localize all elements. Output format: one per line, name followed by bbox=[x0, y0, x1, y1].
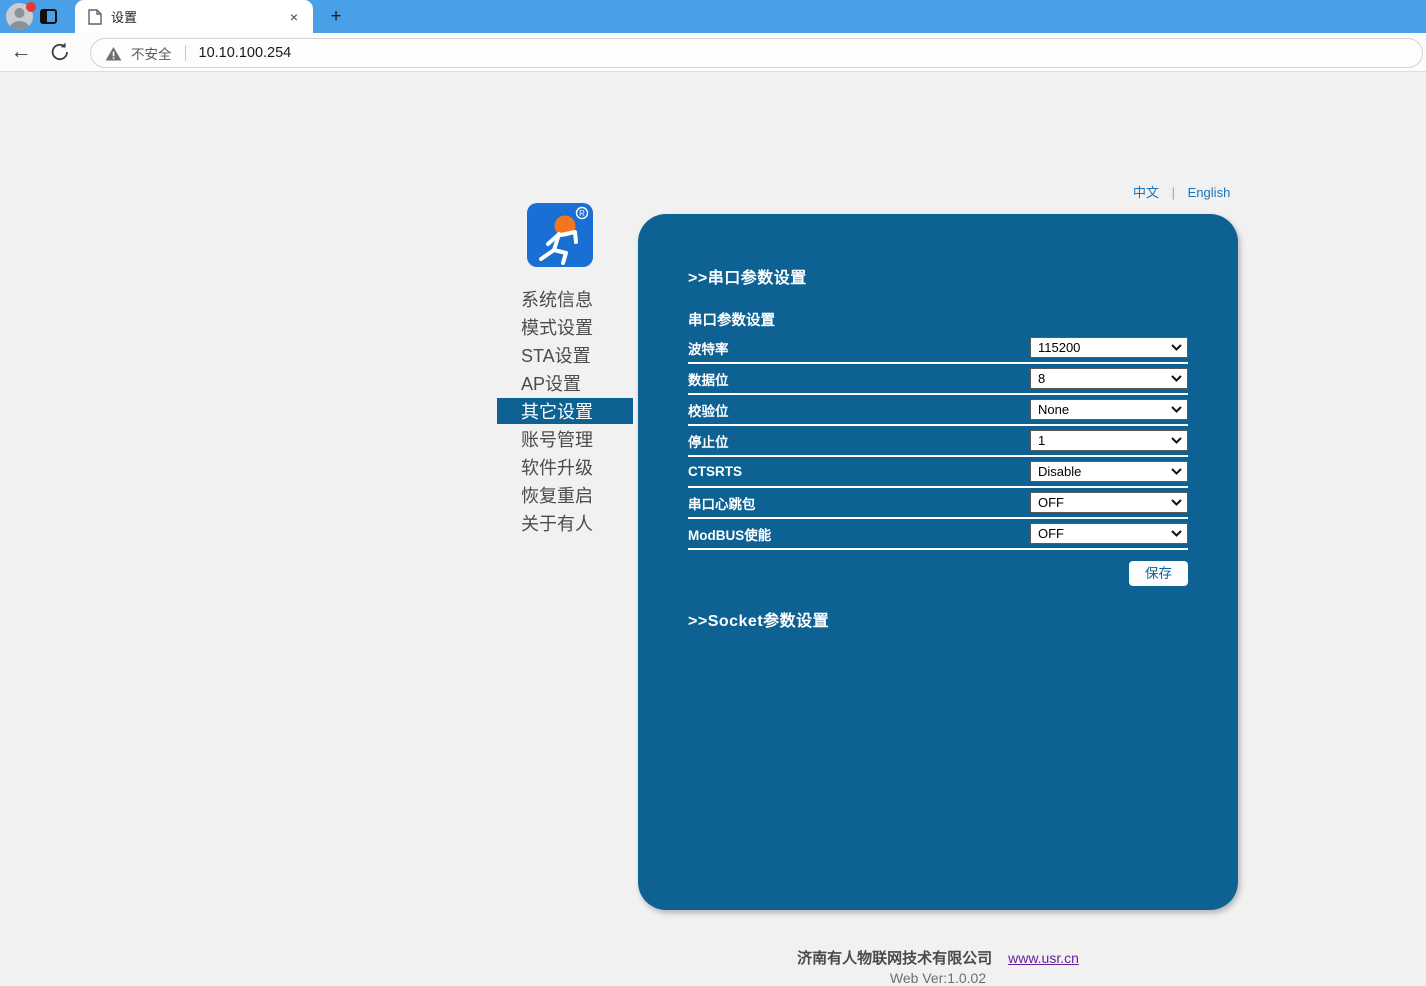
lang-chinese-link[interactable]: 中文 bbox=[1133, 185, 1159, 200]
refresh-button[interactable] bbox=[48, 40, 72, 64]
chevron-down-icon bbox=[1171, 437, 1182, 444]
chevron-down-icon bbox=[1171, 530, 1182, 537]
usr-logo: R bbox=[527, 203, 593, 267]
sidebar-item-about-usr[interactable]: 关于有人 bbox=[497, 510, 633, 536]
modbus-enable-label: ModBUS使能 bbox=[688, 524, 771, 544]
form-row-data-bits: 数据位 8 bbox=[688, 364, 1188, 395]
chevron-down-icon bbox=[1171, 406, 1182, 413]
stop-bits-label: 停止位 bbox=[688, 431, 729, 451]
refresh-icon bbox=[48, 40, 72, 64]
form-row-serial-heartbeat: 串口心跳包 OFF bbox=[688, 488, 1188, 519]
chevron-down-icon bbox=[1171, 344, 1182, 351]
form-row-ctsrts: CTSRTS Disable bbox=[688, 457, 1188, 488]
sidebar-item-system-info[interactable]: 系统信息 bbox=[497, 286, 633, 312]
form-row-baud-rate: 波特率 115200 bbox=[688, 333, 1188, 364]
address-bar[interactable]: 不安全 10.10.100.254 bbox=[90, 38, 1423, 68]
sidebar-item-account-management[interactable]: 账号管理 bbox=[497, 426, 633, 452]
browser-window: 设置 × + ← 不安全 10.10.100.254 中文 | bbox=[0, 0, 1426, 918]
svg-text:R: R bbox=[579, 209, 585, 218]
stop-bits-select[interactable]: 1 bbox=[1030, 430, 1188, 451]
sidebar-item-mode-settings[interactable]: 模式设置 bbox=[497, 314, 633, 340]
sidebar-item-restore-restart[interactable]: 恢复重启 bbox=[497, 482, 633, 508]
lang-separator: | bbox=[1172, 185, 1175, 200]
workspaces-icon[interactable] bbox=[40, 8, 57, 25]
serial-form: 波特率 115200 数据位 8 校验位 None bbox=[688, 333, 1188, 550]
website-link[interactable]: www.usr.cn bbox=[1008, 950, 1079, 966]
serial-subtitle: 串口参数设置 bbox=[688, 309, 1188, 330]
page-icon bbox=[88, 9, 102, 25]
tab-title: 设置 bbox=[111, 7, 285, 26]
form-row-parity: 校验位 None bbox=[688, 395, 1188, 426]
modbus-enable-select[interactable]: OFF bbox=[1030, 523, 1188, 544]
chevron-down-icon bbox=[1171, 468, 1182, 475]
lang-english-link[interactable]: English bbox=[1188, 185, 1231, 200]
back-button[interactable]: ← bbox=[6, 37, 36, 67]
new-tab-button[interactable]: + bbox=[324, 5, 348, 29]
baud-rate-select[interactable]: 115200 bbox=[1030, 337, 1188, 358]
usr-running-man-icon: R bbox=[527, 203, 593, 267]
baud-rate-label: 波特率 bbox=[688, 338, 729, 358]
save-button[interactable]: 保存 bbox=[1129, 561, 1188, 586]
sidebar-item-sta-settings[interactable]: STA设置 bbox=[497, 342, 633, 368]
data-bits-select[interactable]: 8 bbox=[1030, 368, 1188, 389]
browser-titlebar: 设置 × + bbox=[0, 0, 1426, 33]
notification-badge bbox=[26, 2, 36, 12]
parity-label: 校验位 bbox=[688, 400, 729, 420]
browser-tab[interactable]: 设置 × bbox=[75, 0, 313, 33]
settings-panel: >>串口参数设置 串口参数设置 波特率 115200 数据位 8 bbox=[638, 214, 1238, 910]
company-name: 济南有人物联网技术有限公司 bbox=[797, 950, 992, 967]
url-text[interactable]: 10.10.100.254 bbox=[199, 45, 292, 61]
serial-heartbeat-select[interactable]: OFF bbox=[1030, 492, 1188, 513]
page-footer: 济南有人物联网技术有限公司 www.usr.cn Web Ver:1.0.02 bbox=[638, 947, 1238, 986]
address-separator bbox=[185, 45, 186, 61]
browser-toolbar: ← 不安全 10.10.100.254 bbox=[0, 33, 1426, 72]
not-secure-warning-icon[interactable] bbox=[105, 46, 122, 61]
sidebar-menu: 系统信息 模式设置 STA设置 AP设置 其它设置 账号管理 软件升级 恢复重启… bbox=[497, 284, 633, 538]
chevron-down-icon bbox=[1171, 375, 1182, 382]
language-switch: 中文 | English bbox=[1133, 182, 1230, 201]
chevron-down-icon bbox=[1171, 499, 1182, 506]
save-row: 保存 bbox=[688, 561, 1188, 586]
page-content: 中文 | English R 系统信息 模式设置 S bbox=[0, 72, 1426, 918]
ctsrts-label: CTSRTS bbox=[688, 464, 742, 479]
tab-close-icon[interactable]: × bbox=[285, 8, 303, 26]
serial-section-title: >>串口参数设置 bbox=[688, 264, 1188, 288]
form-row-modbus: ModBUS使能 OFF bbox=[688, 519, 1188, 550]
socket-section-title: >>Socket参数设置 bbox=[688, 607, 1188, 631]
form-row-stop-bits: 停止位 1 bbox=[688, 426, 1188, 457]
security-label[interactable]: 不安全 bbox=[131, 43, 172, 63]
sidebar-item-software-upgrade[interactable]: 软件升级 bbox=[497, 454, 633, 480]
web-version: Web Ver:1.0.02 bbox=[638, 970, 1238, 986]
serial-heartbeat-label: 串口心跳包 bbox=[688, 493, 756, 513]
sidebar-item-other-settings[interactable]: 其它设置 bbox=[497, 398, 633, 424]
data-bits-label: 数据位 bbox=[688, 369, 729, 389]
parity-select[interactable]: None bbox=[1030, 399, 1188, 420]
ctsrts-select[interactable]: Disable bbox=[1030, 461, 1188, 482]
sidebar-item-ap-settings[interactable]: AP设置 bbox=[497, 370, 633, 396]
